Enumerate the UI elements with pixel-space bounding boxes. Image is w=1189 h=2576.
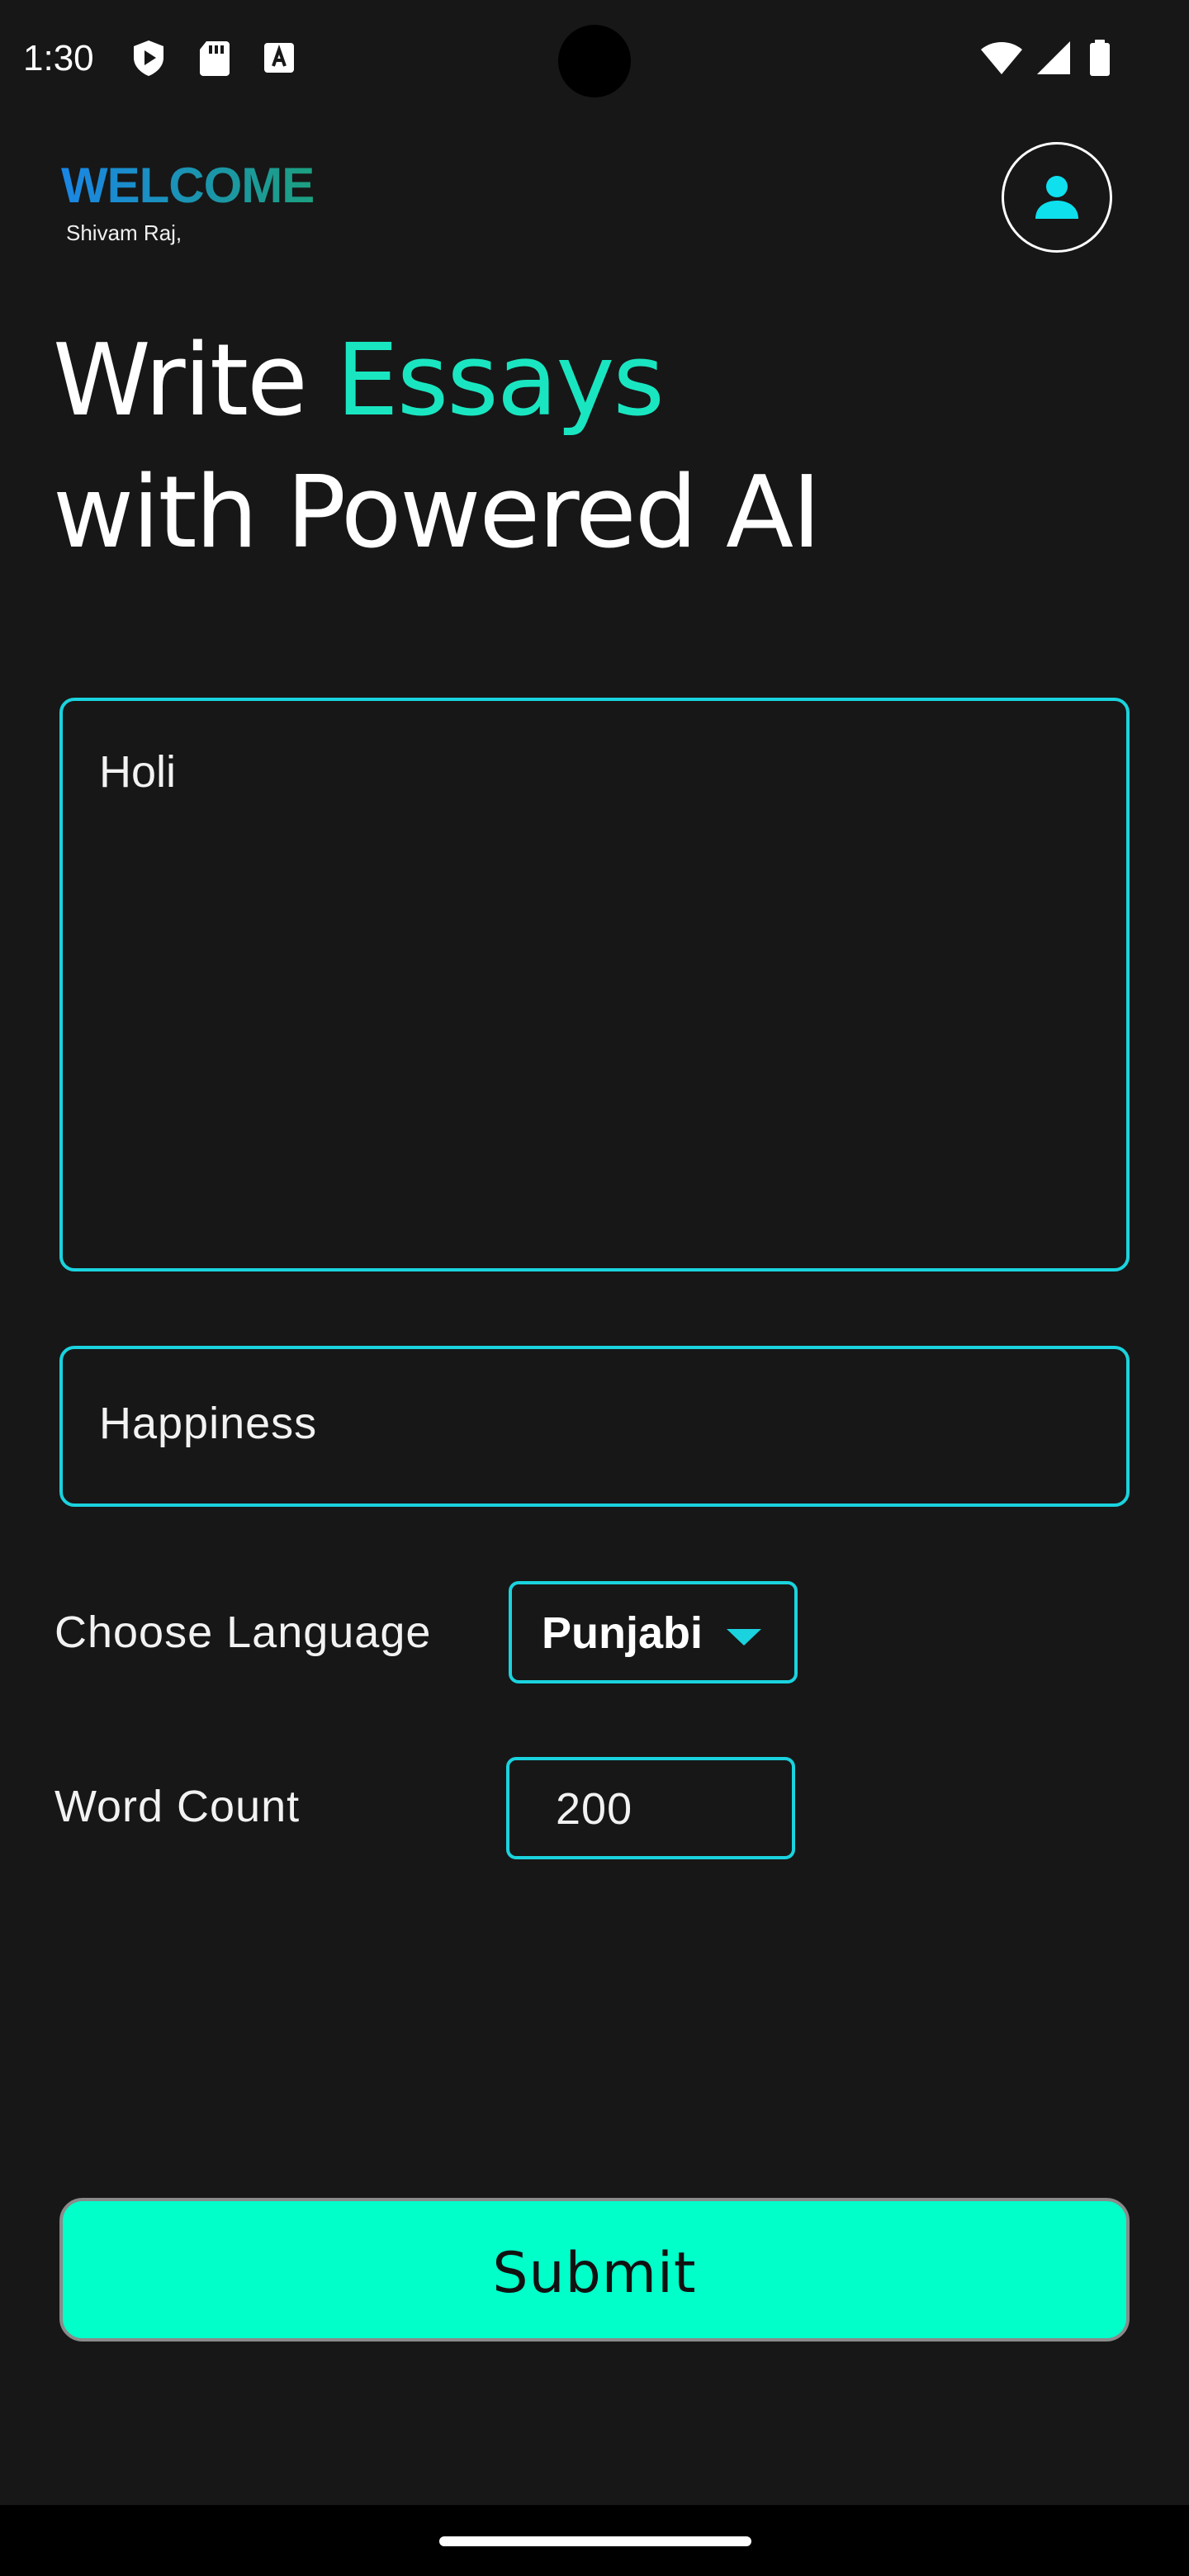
word-count-label: Word Count [54,1782,301,1831]
username: Shivam Raj, [66,220,182,245]
hero-title-prefix: Write [53,324,336,438]
language-dropdown[interactable]: Punjabi [509,1581,798,1683]
hero-title-accent: Essays [335,324,665,438]
shield-play-icon [134,40,163,76]
keyword-input-value: Happiness [99,1399,318,1448]
sd-card-icon [200,41,230,76]
navigation-bar [0,2505,1189,2576]
status-time: 1:30 [23,38,94,78]
submit-button-label: Submit [492,2241,697,2306]
language-selected-value: Punjabi [542,1608,703,1658]
hero-title-line1: Write Essays [53,324,665,439]
welcome-title: WELCOME [61,158,315,213]
profile-button[interactable] [1002,142,1112,253]
topic-input-value: Holi [99,747,177,797]
keyword-input[interactable]: Happiness [59,1346,1130,1507]
word-count-input[interactable]: 200 [506,1757,795,1859]
word-count-value: 200 [556,1784,633,1834]
dropdown-arrow-icon [727,1629,761,1646]
home-indicator[interactable] [439,2536,751,2546]
keyboard-a-icon [264,43,294,73]
cellular-signal-icon [1037,41,1070,74]
submit-button[interactable]: Submit [59,2198,1130,2342]
camera-cutout [558,25,631,97]
language-label: Choose Language [54,1608,432,1657]
topic-input[interactable]: Holi [59,698,1130,1271]
person-icon [1035,176,1078,219]
wifi-icon [981,42,1022,74]
hero-title-line2: with Powered AI [53,456,822,571]
status-bar: 1:30 [0,0,1189,116]
battery-icon [1090,40,1110,76]
